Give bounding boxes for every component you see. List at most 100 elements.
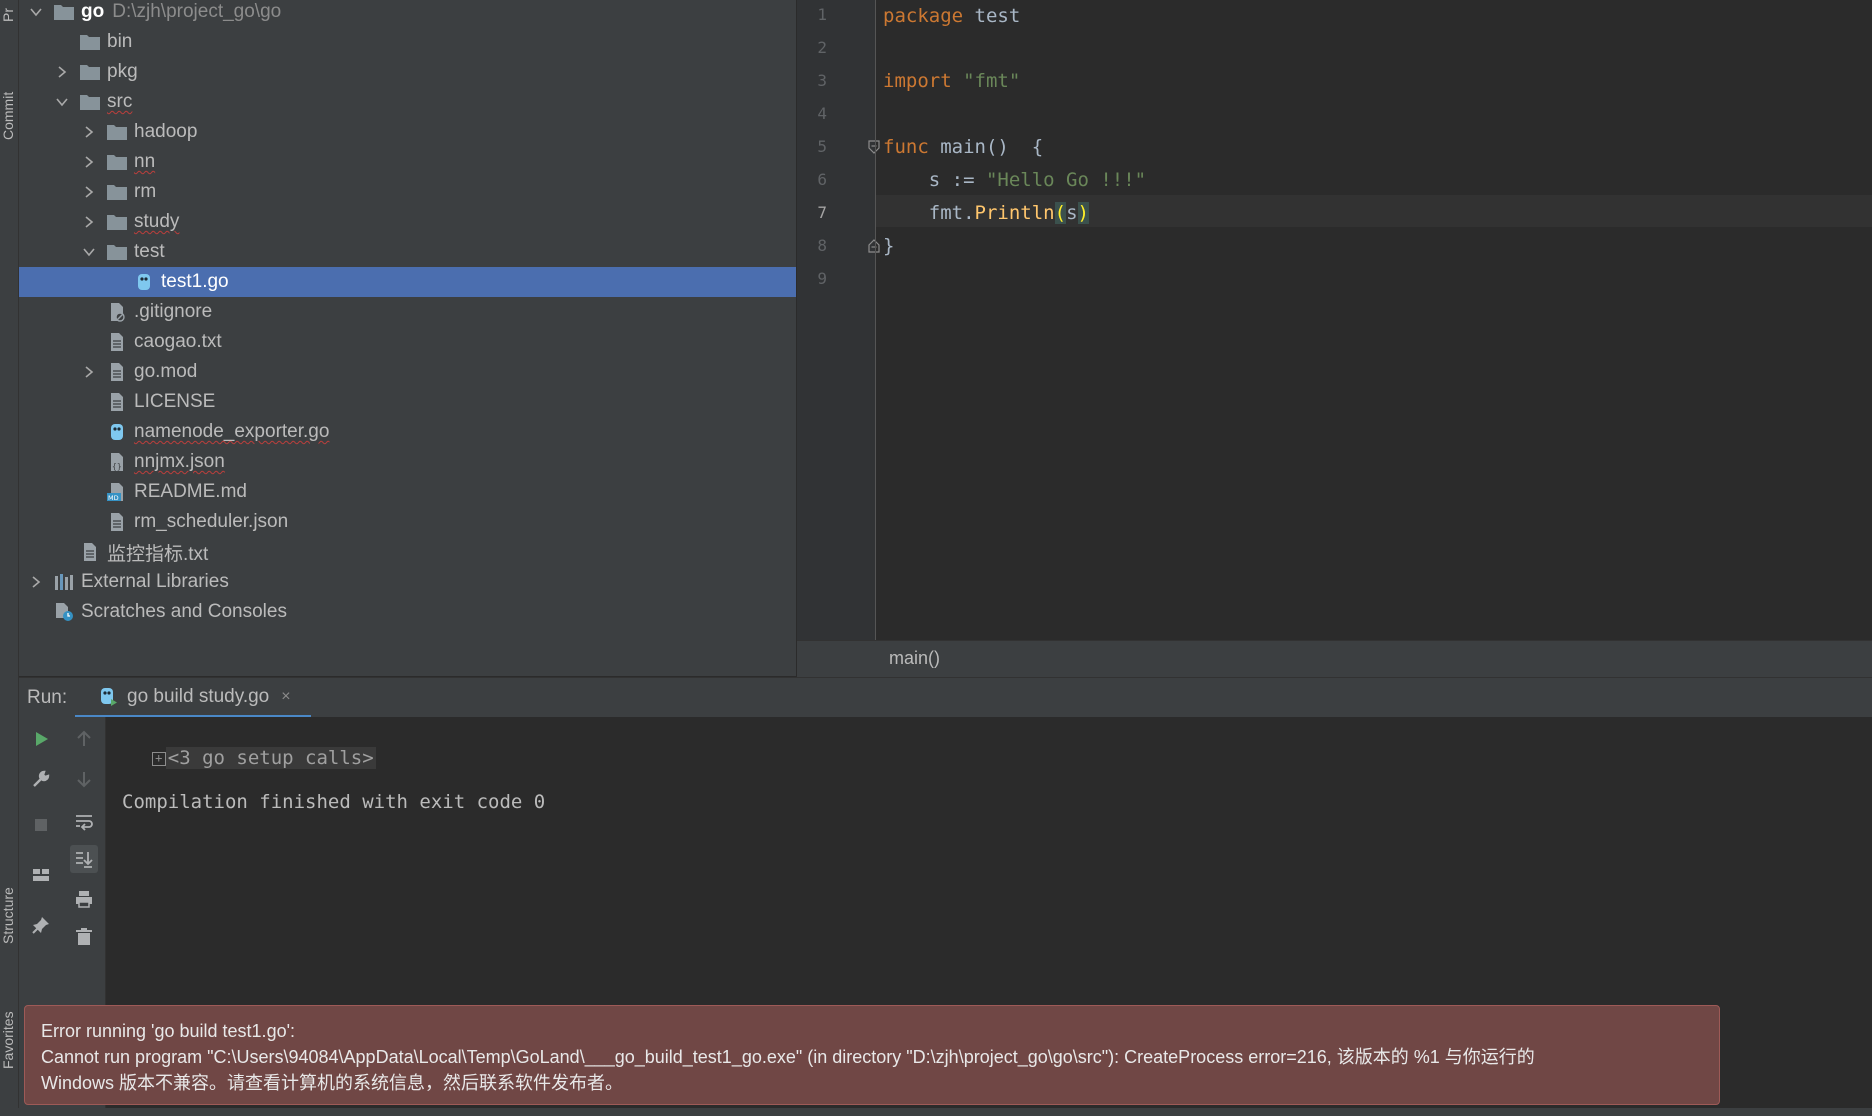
folder-icon (53, 2, 75, 22)
code-line-3[interactable]: import "fmt" (883, 65, 1020, 97)
svg-text:MD: MD (108, 494, 119, 502)
down-arrow-button[interactable] (70, 765, 98, 793)
argument: s (1066, 202, 1078, 224)
line-number: 8 (817, 236, 827, 255)
tree-item-readme-md[interactable]: MD README.md (19, 477, 796, 507)
editor-gutter[interactable]: 1 2 3 4 5 6 7 8 9 (797, 0, 880, 640)
pin-tab-button[interactable] (27, 911, 55, 939)
tree-item-scratches[interactable]: Scratches and Consoles (19, 597, 796, 627)
tree-item-bin[interactable]: bin (19, 27, 796, 57)
folder-icon (106, 122, 128, 142)
libraries-icon (53, 572, 75, 592)
error-notification-balloon[interactable]: Error running 'go build test1.go': Canno… (24, 1005, 1720, 1105)
chevron-right-icon[interactable] (80, 363, 98, 381)
tree-item-gitignore[interactable]: .gitignore (19, 297, 796, 327)
up-arrow-button[interactable] (70, 725, 98, 753)
tree-item-metrics-txt[interactable]: 监控指标.txt (19, 537, 796, 567)
fold-open-icon[interactable] (867, 140, 881, 154)
console-output-line: Compilation finished with exit code 0 (122, 791, 546, 813)
tree-item-rm[interactable]: rm (19, 177, 796, 207)
print-button[interactable] (70, 885, 98, 913)
line-number: 6 (817, 170, 827, 189)
left-tool-stripe: Pr Commit Structure Favorites (0, 0, 19, 1116)
stop-icon (35, 819, 47, 831)
scroll-to-end-button[interactable] (70, 845, 98, 873)
trash-icon (76, 928, 92, 945)
structure-tool-button[interactable]: Structure (0, 866, 18, 966)
code-line-1[interactable]: package test (883, 0, 1020, 32)
console-folded-line[interactable]: + <3 go setup calls> (106, 725, 376, 791)
soft-wrap-button[interactable] (70, 807, 98, 835)
stop-button[interactable] (27, 811, 55, 839)
tree-item-src[interactable]: src (19, 87, 796, 117)
tree-item-label: test (134, 241, 165, 262)
breadcrumb[interactable]: main() (889, 648, 940, 669)
chevron-down-icon[interactable] (80, 243, 98, 261)
favorites-tool-button[interactable]: Favorites (0, 990, 18, 1090)
line-number: 2 (817, 38, 827, 57)
commit-tool-button[interactable]: Commit (0, 76, 18, 156)
function-call: Println (974, 202, 1055, 224)
layout-button[interactable] (27, 861, 55, 889)
fold-close-icon[interactable] (867, 239, 881, 253)
rerun-button[interactable] (27, 725, 55, 753)
identifier: test (963, 5, 1021, 27)
code-editor[interactable]: 1 2 3 4 5 6 7 8 9 package test import "f… (797, 0, 1872, 640)
tree-item-study[interactable]: study (19, 207, 796, 237)
line-number: 3 (817, 71, 827, 90)
tree-item-caogao-txt[interactable]: caogao.txt (19, 327, 796, 357)
tree-item-label: nnjmx.json (134, 451, 225, 472)
tree-item-label: nn (134, 151, 156, 172)
keyword: func (883, 136, 929, 158)
tree-item-external-libraries[interactable]: External Libraries (19, 567, 796, 597)
tree-item-license[interactable]: LICENSE (19, 387, 796, 417)
layout-icon (33, 869, 49, 881)
code-line-6[interactable]: s := "Hello Go !!!" (883, 164, 1146, 196)
punctuation: () { (985, 136, 1044, 158)
tree-item-label: rm (134, 181, 157, 202)
tree-item-test[interactable]: test (19, 237, 796, 267)
error-title: Error running 'go build test1.go': (41, 1021, 296, 1041)
code-line-7[interactable]: fmt. Println(s) (883, 197, 1089, 229)
line-number-current: 7 (817, 203, 827, 222)
tree-item-rm-scheduler-json[interactable]: rm_scheduler.json (19, 507, 796, 537)
go-run-icon (97, 687, 119, 707)
play-icon (36, 732, 48, 746)
code-line-5[interactable]: func main() { (883, 131, 1043, 163)
clear-all-button[interactable] (70, 923, 98, 951)
settings-button[interactable] (27, 765, 55, 793)
project-tool-button[interactable]: Pr (0, 0, 18, 30)
tree-item-nnjmx-json[interactable]: {} nnjmx.json (19, 447, 796, 477)
tree-item-label: src (107, 91, 133, 112)
svg-text:{}: {} (112, 462, 122, 471)
run-label: Run: (27, 687, 68, 708)
tree-item-go-mod[interactable]: go.mod (19, 357, 796, 387)
tree-item-pkg[interactable]: pkg (19, 57, 796, 87)
tree-item-test1-go[interactable]: test1.go (19, 267, 796, 297)
chevron-right-icon[interactable] (80, 213, 98, 231)
chevron-right-icon[interactable] (27, 573, 45, 591)
chevron-right-icon[interactable] (80, 183, 98, 201)
tree-item-hadoop[interactable]: hadoop (19, 117, 796, 147)
chevron-right-icon[interactable] (80, 153, 98, 171)
brace: } (883, 235, 895, 257)
chevron-down-icon[interactable] (53, 93, 71, 111)
tree-item-namenode-exporter-go[interactable]: namenode_exporter.go (19, 417, 796, 447)
wrench-icon (33, 770, 50, 787)
chevron-right-icon[interactable] (53, 63, 71, 81)
close-icon[interactable]: × (281, 688, 290, 706)
tree-item-label: caogao.txt (134, 331, 222, 352)
folder-icon (106, 212, 128, 232)
tree-item-nn[interactable]: nn (19, 147, 796, 177)
folder-icon (106, 182, 128, 202)
expand-icon[interactable]: + (151, 751, 166, 766)
chevron-down-icon[interactable] (27, 3, 45, 21)
run-tab[interactable]: go build study.go × (75, 678, 311, 718)
code-line-8[interactable]: } (883, 230, 894, 262)
line-number: 1 (817, 5, 827, 24)
run-panel-header: Run: go build study.go × (19, 677, 1872, 718)
tree-root-go[interactable]: go D:\zjh\project_go\go (19, 0, 796, 27)
folded-setup-calls[interactable]: <3 go setup calls> (165, 747, 376, 769)
chevron-right-icon[interactable] (80, 123, 98, 141)
